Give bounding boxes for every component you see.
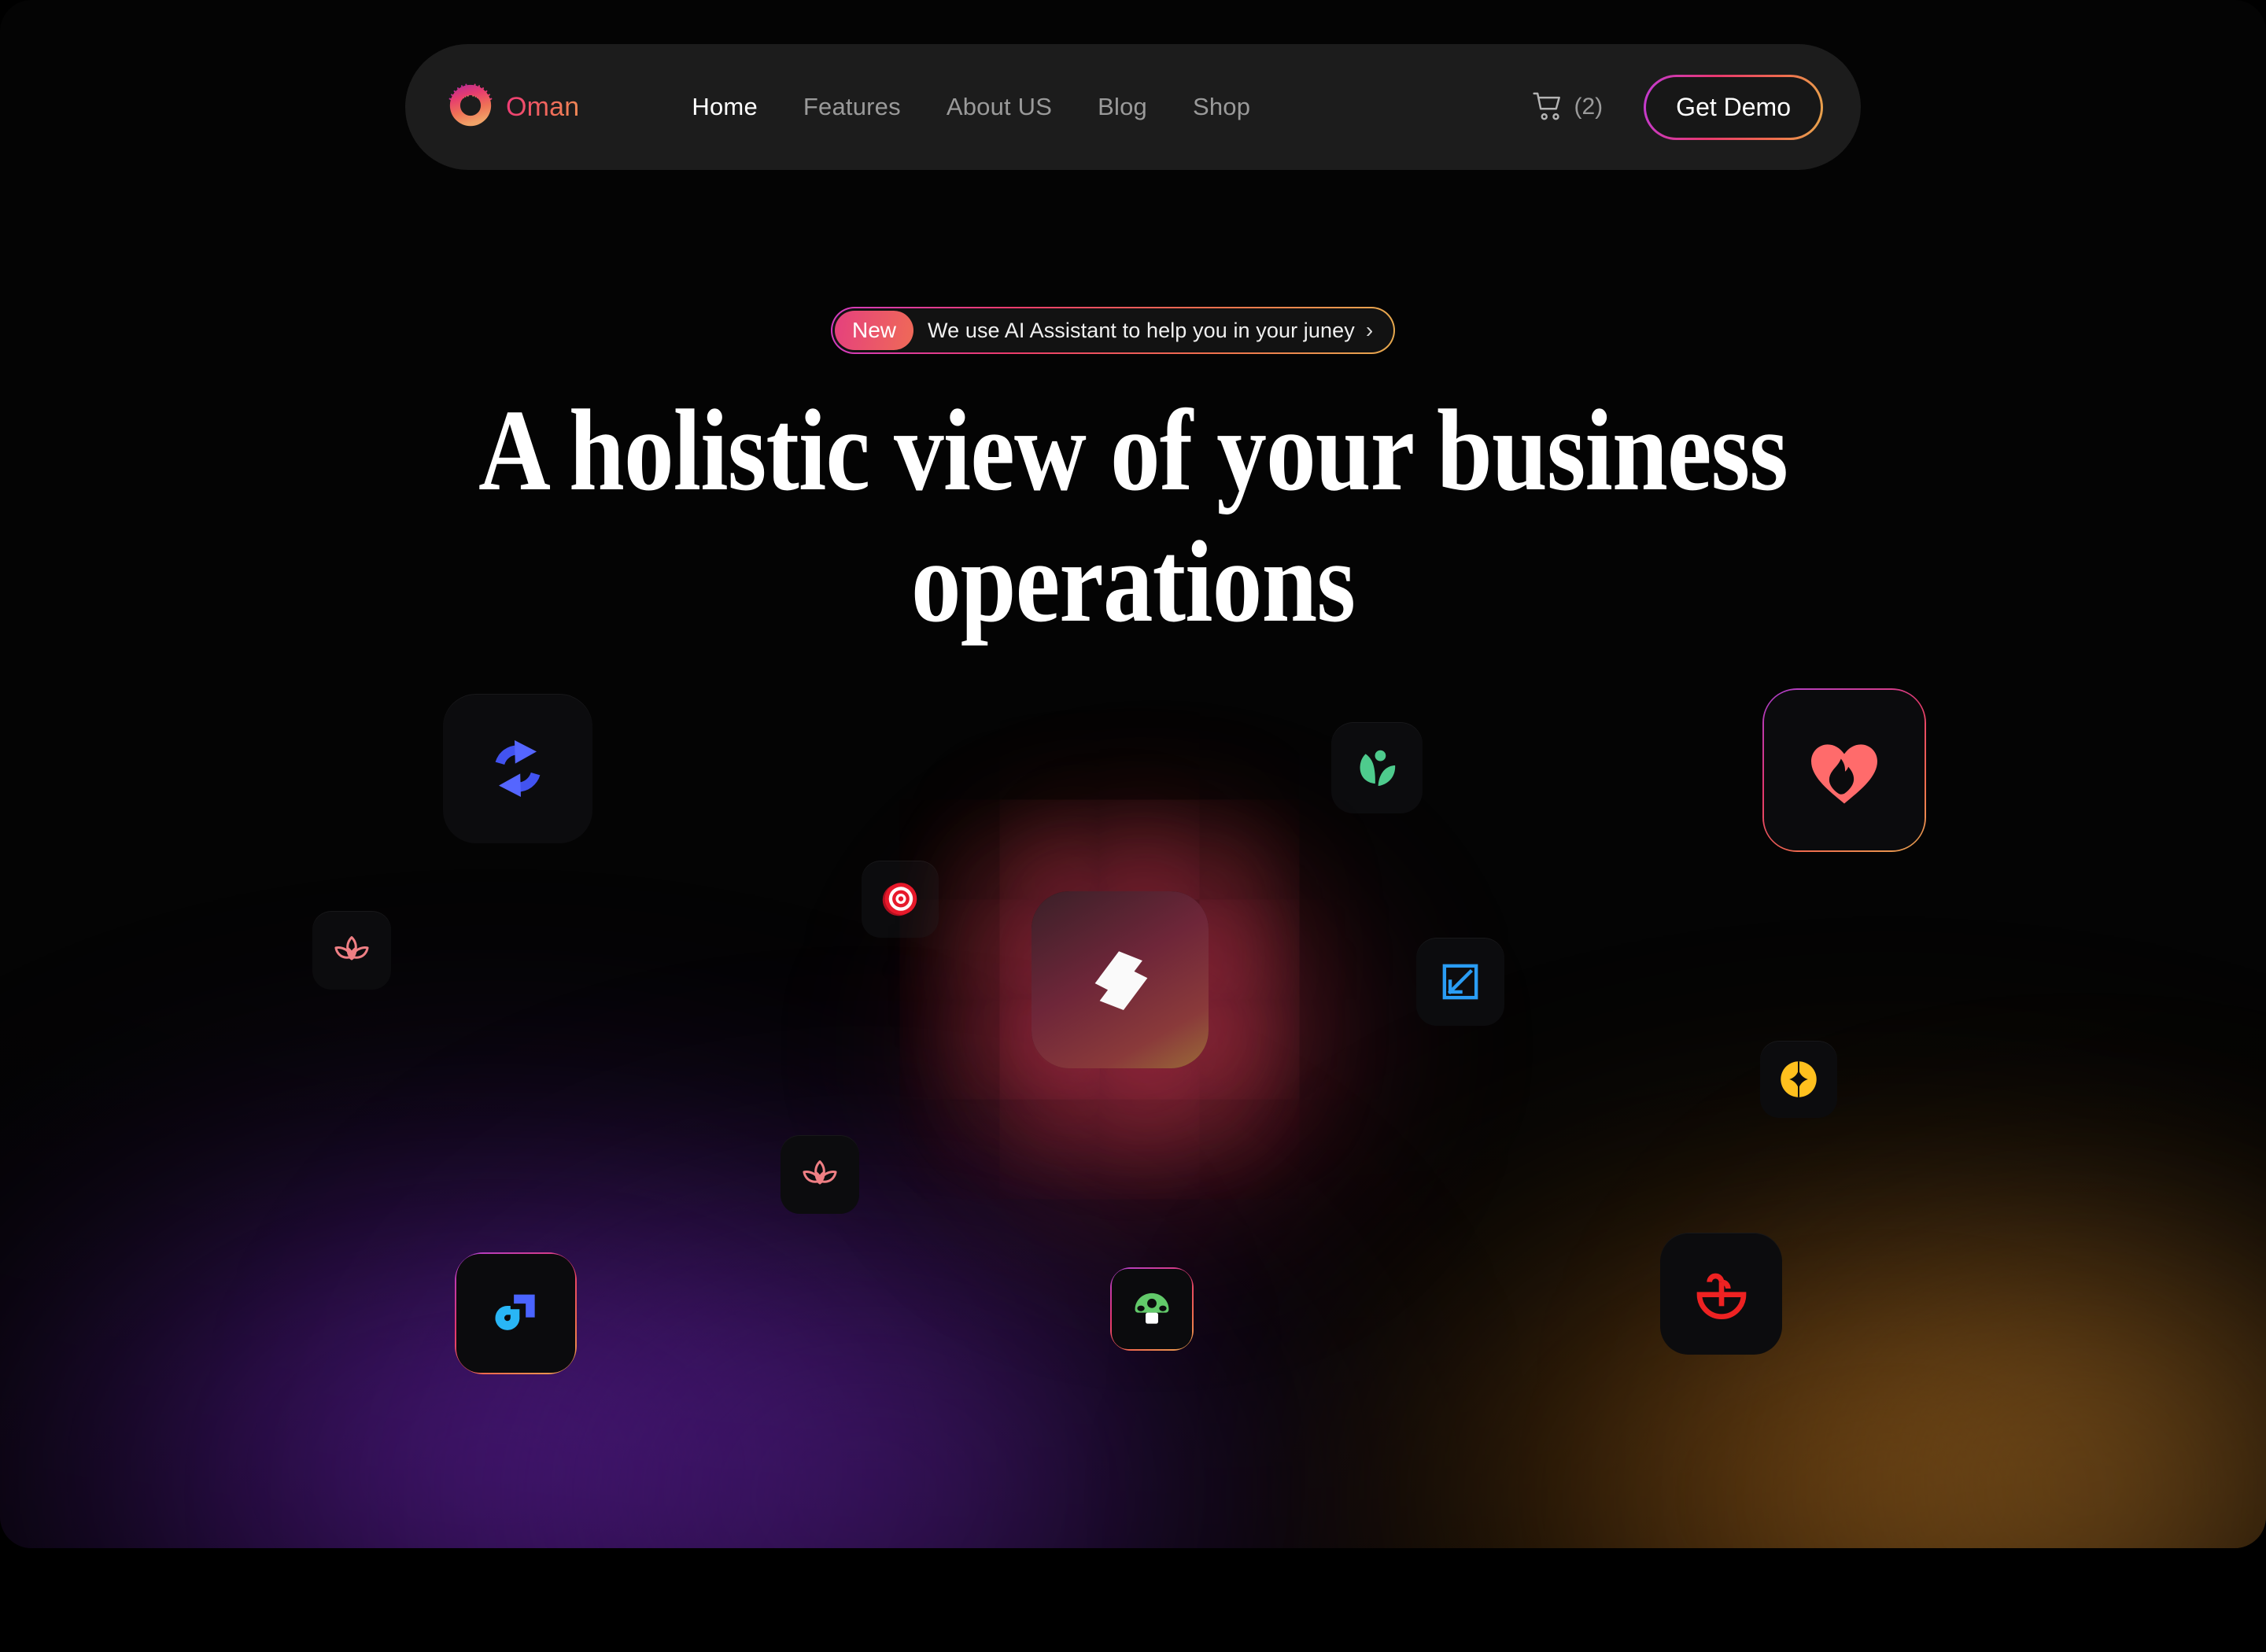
tile-jlogo[interactable] bbox=[455, 1252, 577, 1374]
hero-section: Oman Home Features About US Blog Shop (2… bbox=[0, 0, 2266, 1548]
chevron-right-icon: › bbox=[1365, 318, 1374, 342]
nav-link-features[interactable]: Features bbox=[803, 93, 901, 121]
amber-ambient-glow bbox=[1731, 1227, 2266, 1548]
tile-expand[interactable] bbox=[1416, 938, 1504, 1026]
tile-sync[interactable] bbox=[443, 694, 592, 843]
target-bullseye-icon bbox=[882, 883, 917, 916]
cart-button[interactable]: (2) bbox=[1532, 90, 1604, 124]
brand-name: Oman bbox=[506, 91, 580, 122]
tile-face bbox=[456, 1254, 575, 1373]
main-navbar: Oman Home Features About US Blog Shop (2… bbox=[405, 44, 1861, 170]
tile-center-featured[interactable] bbox=[1032, 891, 1209, 1068]
tile-lotus-2[interactable] bbox=[781, 1135, 859, 1214]
nav-right-cluster: (2) Get Demo bbox=[1532, 74, 1823, 140]
tile-target[interactable] bbox=[862, 861, 939, 938]
nav-link-about-us[interactable]: About US bbox=[947, 93, 1052, 121]
tile-lotus-1[interactable] bbox=[312, 911, 391, 990]
announcement-new-badge: New bbox=[835, 311, 914, 350]
lightning-bolt-s-icon bbox=[1094, 950, 1147, 1010]
sprout-leaf-icon bbox=[1360, 750, 1396, 787]
sunburst-ring-logo-icon bbox=[448, 83, 493, 127]
lotus-flower-icon bbox=[334, 936, 369, 961]
announcement-text: We use AI Assistant to help you in your … bbox=[928, 318, 1355, 342]
announcement-banner[interactable]: New We use AI Assistant to help you in y… bbox=[831, 307, 1396, 354]
nav-link-home[interactable]: Home bbox=[692, 93, 758, 121]
cart-count: (2) bbox=[1574, 94, 1604, 120]
heart-flame-icon bbox=[1811, 744, 1877, 804]
get-demo-label: Get Demo bbox=[1646, 76, 1821, 138]
announcement-inner: New We use AI Assistant to help you in y… bbox=[832, 308, 1394, 352]
tile-heart[interactable] bbox=[1762, 688, 1926, 852]
tile-leaf[interactable] bbox=[1331, 722, 1423, 813]
orange-ambient-glow bbox=[1298, 1164, 2266, 1548]
headline-line-1: A holistic view of your business bbox=[478, 386, 1788, 515]
tile-umbrella[interactable] bbox=[1660, 1233, 1782, 1355]
nav-links: Home Features About US Blog Shop bbox=[692, 93, 1250, 121]
page-title: A holistic view of your business operati… bbox=[159, 385, 2108, 648]
mushroom-icon bbox=[1135, 1292, 1169, 1324]
expand-external-link-icon bbox=[1442, 964, 1478, 1000]
tile-face bbox=[1112, 1269, 1192, 1349]
brand-logo[interactable]: Oman bbox=[446, 83, 579, 131]
headline-line-2: operations bbox=[910, 518, 1356, 647]
tile-face bbox=[1764, 690, 1925, 850]
shopping-cart-icon bbox=[1532, 92, 1560, 120]
umbrella-mark-icon bbox=[1696, 1273, 1746, 1319]
lotus-flower-icon bbox=[803, 1160, 837, 1185]
nav-link-blog[interactable]: Blog bbox=[1098, 93, 1147, 121]
j-curve-logo-icon bbox=[494, 1294, 535, 1330]
tile-gold[interactable] bbox=[1760, 1041, 1837, 1118]
get-demo-button[interactable]: Get Demo bbox=[1644, 74, 1823, 140]
sync-arrows-icon bbox=[495, 740, 541, 797]
nav-link-shop[interactable]: Shop bbox=[1193, 93, 1250, 121]
four-petal-star-icon bbox=[1781, 1061, 1817, 1097]
tile-mushroom[interactable] bbox=[1110, 1267, 1194, 1351]
